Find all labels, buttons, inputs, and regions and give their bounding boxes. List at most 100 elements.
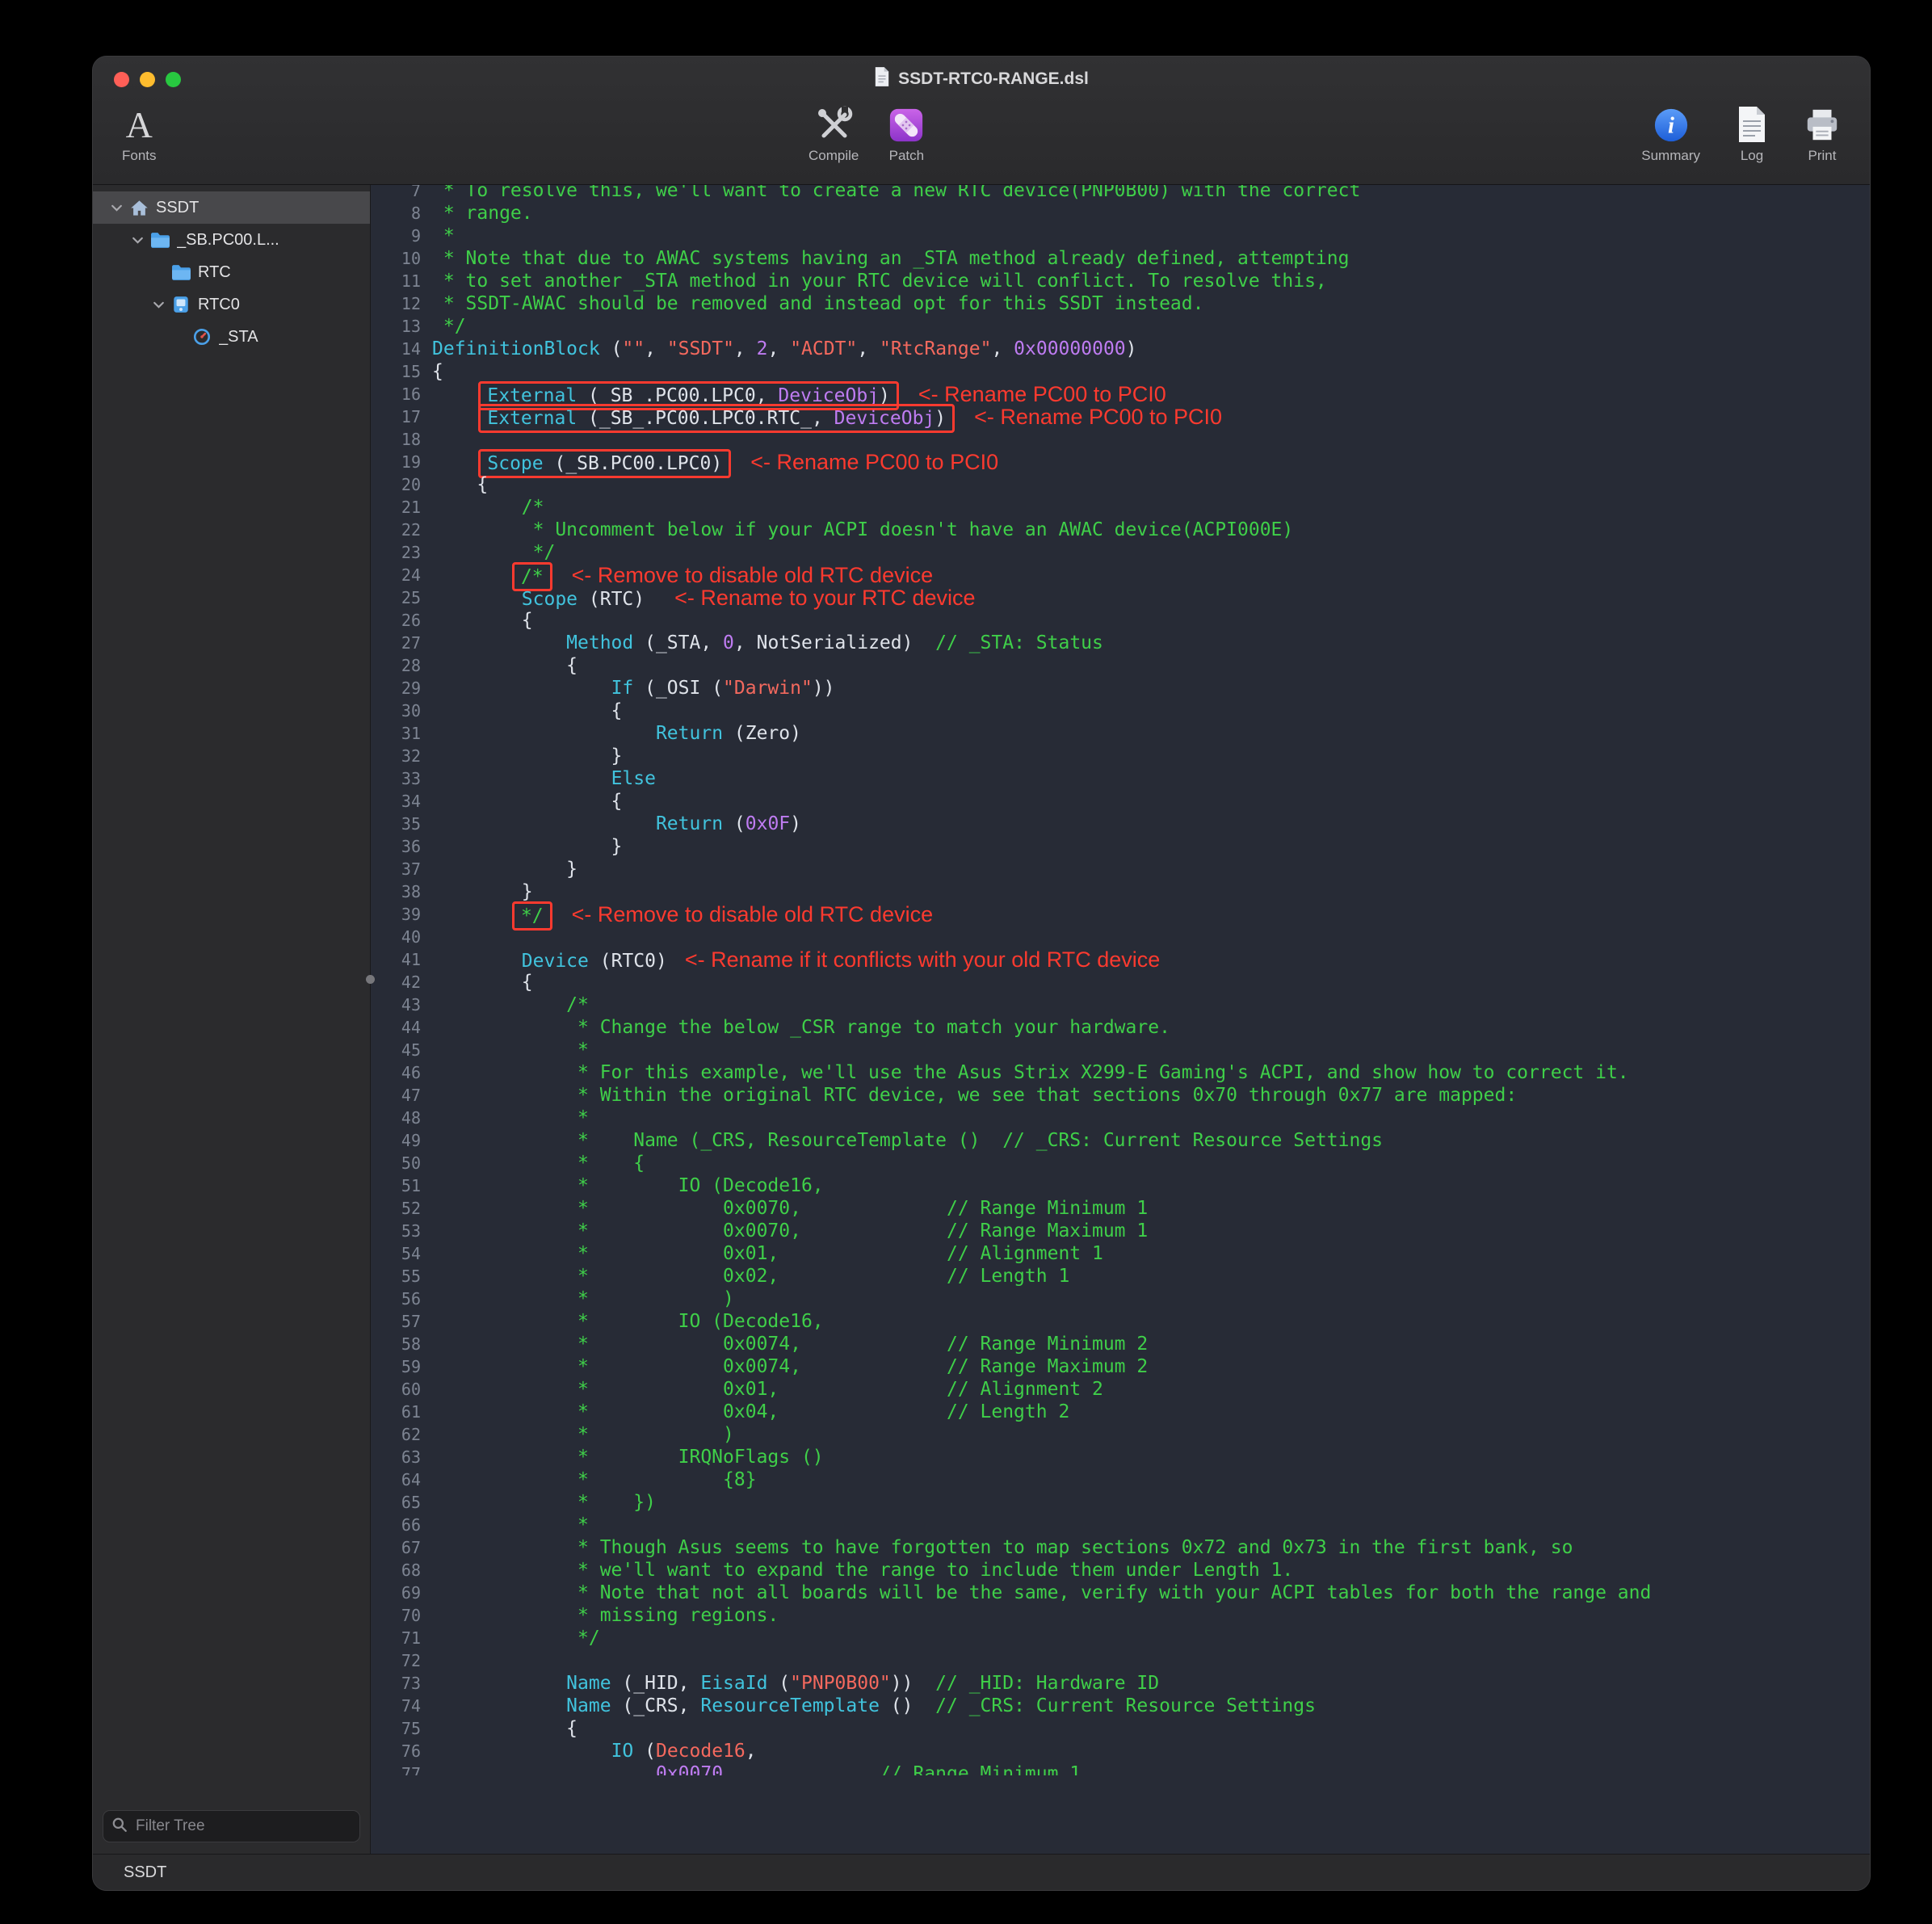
code-line: 48 * (371, 1107, 1870, 1129)
code-segment: (RTC0) (600, 951, 667, 972)
tree-item-label: _SB.PC00.L... (177, 231, 279, 250)
code-segment: Name (566, 1673, 622, 1694)
code-segment: Scope (522, 589, 589, 610)
code-segment: * IRQNoFlags () (432, 1447, 824, 1468)
code-line: 26 { (371, 609, 1870, 632)
code-segment: ) (934, 408, 946, 429)
code-segment: (RTC) (589, 589, 645, 610)
code-segment: * we'll want to expand the range to incl… (432, 1560, 1293, 1581)
code-editor[interactable]: 7 * To resolve this, we'll want to creat… (371, 185, 1870, 1854)
code-segment: */ (432, 542, 555, 563)
log-button[interactable]: Log (1736, 103, 1768, 164)
code-line: 30 { (371, 699, 1870, 722)
code-segment (432, 453, 477, 474)
line-number: 70 (371, 1604, 432, 1627)
code-line: 58 * 0x0074, // Range Minimum 2 (371, 1333, 1870, 1355)
code-segment: // _HID: Hardware ID (935, 1673, 1159, 1694)
code-segment: * Name (_CRS, ResourceTemplate () // _CR… (432, 1130, 1383, 1151)
code-segment (432, 723, 656, 744)
code-segment: (_OSI ( (645, 678, 723, 699)
compile-button[interactable]: Compile (808, 103, 859, 164)
tree: SSDT _SB.PC00.L... RTC RTC0 _STA (93, 185, 370, 1802)
code-segment: )) (891, 1673, 935, 1694)
code-segment (432, 589, 522, 610)
code-line: 59 * 0x0074, // Range Maximum 2 (371, 1355, 1870, 1378)
line-number: 12 (371, 292, 432, 315)
code-line: 18 (371, 428, 1870, 451)
chevron-down-icon[interactable] (127, 233, 148, 247)
tree-item-label: SSDT (156, 199, 199, 217)
code-segment: 0x0F (746, 813, 790, 834)
line-number: 21 (371, 496, 432, 519)
code-segment: { (432, 1718, 578, 1739)
line-number: 22 (371, 519, 432, 541)
line-number: 10 (371, 247, 432, 270)
tree-item-sb-pc00-l[interactable]: _SB.PC00.L... (93, 224, 370, 256)
code-segment: DeviceObj (834, 408, 935, 429)
line-number: 39 (371, 903, 432, 926)
code-segment: Decode16 (656, 1741, 746, 1762)
tree-item-ssdt[interactable]: SSDT (93, 191, 370, 224)
summary-label: Summary (1641, 148, 1700, 164)
code-segment (432, 951, 522, 972)
patch-button[interactable]: Patch (888, 103, 925, 164)
desktop-background: SSDT-RTC0-RANGE.dsl A Fonts (0, 0, 1932, 1924)
window-title: SSDT-RTC0-RANGE.dsl (874, 66, 1089, 92)
code-segment: () (891, 1695, 935, 1716)
window-header: SSDT-RTC0-RANGE.dsl A Fonts (93, 57, 1870, 185)
code-line: 14DefinitionBlock ("", "SSDT", 2, "ACDT"… (371, 338, 1870, 360)
line-number: 57 (371, 1310, 432, 1333)
code-segment (432, 566, 510, 587)
code-segment: * (432, 1040, 589, 1061)
tree-item-label: RTC0 (198, 296, 240, 314)
line-number: 71 (371, 1627, 432, 1649)
code-segment: { (432, 791, 622, 812)
minimize-button[interactable] (140, 72, 155, 87)
code-segment: "ACDT" (790, 338, 857, 359)
line-number: 15 (371, 360, 432, 383)
chevron-down-icon[interactable] (106, 201, 127, 215)
print-button[interactable]: Print (1804, 103, 1841, 164)
print-label: Print (1808, 148, 1837, 164)
line-number: 50 (371, 1152, 432, 1174)
line-number: 44 (371, 1016, 432, 1039)
fonts-button[interactable]: A Fonts (122, 103, 157, 164)
line-number: 32 (371, 745, 432, 767)
code-segment: { (432, 610, 533, 631)
code-line: 60 * 0x01, // Alignment 2 (371, 1378, 1870, 1401)
tree-item-rtc[interactable]: RTC (93, 256, 370, 288)
filter-tree-input[interactable] (134, 1817, 351, 1836)
code-line: 67 * Though Asus seems to have forgotten… (371, 1536, 1870, 1559)
code-segment: , (991, 338, 1014, 359)
code-segment: * IO (Decode16, (432, 1311, 824, 1332)
code-line: 68 * we'll want to expand the range to i… (371, 1559, 1870, 1582)
code-line: 32 } (371, 745, 1870, 767)
code-line: 15{ (371, 360, 1870, 383)
line-number: 33 (371, 767, 432, 790)
code-line: 37 } (371, 858, 1870, 880)
code-line: 24 /*<- Remove to disable old RTC device (371, 564, 1870, 586)
close-button[interactable] (114, 72, 129, 87)
line-number: 77 (371, 1762, 432, 1775)
titlebar[interactable]: SSDT-RTC0-RANGE.dsl (93, 57, 1870, 102)
code-line: 27 Method (_STA, 0, NotSerialized) // _S… (371, 632, 1870, 654)
code-line: 46 * For this example, we'll use the Asu… (371, 1061, 1870, 1084)
tree-item-sta[interactable]: _STA (93, 321, 370, 353)
chevron-down-icon[interactable] (148, 298, 169, 312)
splitter-handle[interactable] (366, 975, 375, 984)
code-segment: "SSDT" (667, 338, 734, 359)
code-segment: */ (432, 316, 466, 337)
line-number: 75 (371, 1717, 432, 1740)
line-number: 74 (371, 1695, 432, 1717)
tree-item-rtc0[interactable]: RTC0 (93, 288, 370, 321)
line-number: 26 (371, 609, 432, 632)
code-segment: /* (432, 497, 544, 518)
traffic-lights (114, 72, 181, 87)
code-segment: * ) (432, 1424, 734, 1445)
code-segment: ResourceTemplate (700, 1695, 890, 1716)
line-number: 43 (371, 994, 432, 1016)
compile-tools-icon (814, 103, 853, 144)
summary-button[interactable]: i Summary (1641, 103, 1700, 164)
zoom-button[interactable] (166, 72, 181, 87)
code-line: 19 Scope (_SB.PC00.LPC0)<- Rename PC00 t… (371, 451, 1870, 473)
